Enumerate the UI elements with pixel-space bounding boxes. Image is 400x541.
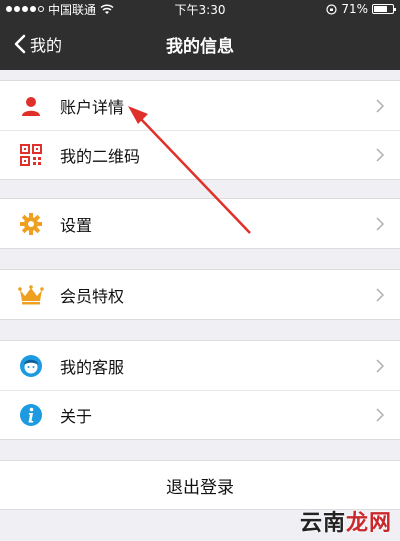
wifi-icon — [100, 3, 114, 14]
back-label: 我的 — [30, 36, 63, 55]
chevron-right-icon — [368, 147, 392, 162]
watermark: 云南龙网 — [299, 511, 392, 536]
back-button[interactable]: 我的 — [14, 18, 62, 70]
menu-item-label: 我的客服 — [60, 357, 125, 377]
battery-percent: 71% — [341, 2, 368, 16]
menu-item-about[interactable]: 关于 — [0, 390, 400, 439]
status-left: 中国联通 — [6, 1, 114, 18]
orientation-lock-icon — [326, 3, 337, 15]
menu-item-customer-service[interactable]: 我的客服 — [0, 341, 400, 390]
settings-group: 设置 — [0, 198, 400, 249]
status-bar: 中国联通 下午3:30 71% — [0, 0, 400, 18]
menu-item-label: 设置 — [60, 215, 93, 235]
status-right: 71% — [326, 2, 396, 16]
user-icon — [18, 93, 44, 119]
gear-icon — [18, 211, 44, 237]
menu-item-account-details[interactable]: 账户详情 — [0, 81, 400, 130]
chevron-right-icon — [368, 287, 392, 302]
chevron-right-icon — [368, 98, 392, 113]
chevron-left-icon — [14, 34, 26, 54]
page-title: 我的信息 — [166, 36, 234, 57]
menu-item-label: 我的二维码 — [60, 146, 141, 166]
chevron-right-icon — [368, 216, 392, 231]
qr-code-icon — [18, 142, 44, 168]
nav-bar: 我的 我的信息 — [0, 18, 400, 70]
menu-item-settings[interactable]: 设置 — [0, 199, 400, 248]
support-group: 我的客服 关于 — [0, 340, 400, 440]
signal-icon — [6, 6, 44, 12]
crown-icon — [18, 282, 44, 308]
logout-button[interactable]: 退出登录 — [0, 460, 400, 510]
chevron-right-icon — [368, 358, 392, 373]
menu-item-membership[interactable]: 会员特权 — [0, 270, 400, 319]
menu-item-label: 账户详情 — [60, 97, 125, 117]
account-group: 账户详情 我的二维码 — [0, 80, 400, 180]
customer-service-icon — [18, 353, 44, 379]
carrier-label: 中国联通 — [48, 2, 97, 17]
menu-item-qr-code[interactable]: 我的二维码 — [0, 130, 400, 179]
battery-icon — [372, 4, 396, 14]
chevron-right-icon — [368, 407, 392, 422]
info-icon — [18, 402, 44, 428]
menu-item-label: 会员特权 — [60, 286, 125, 306]
membership-group: 会员特权 — [0, 269, 400, 320]
menu-item-label: 关于 — [60, 406, 93, 426]
